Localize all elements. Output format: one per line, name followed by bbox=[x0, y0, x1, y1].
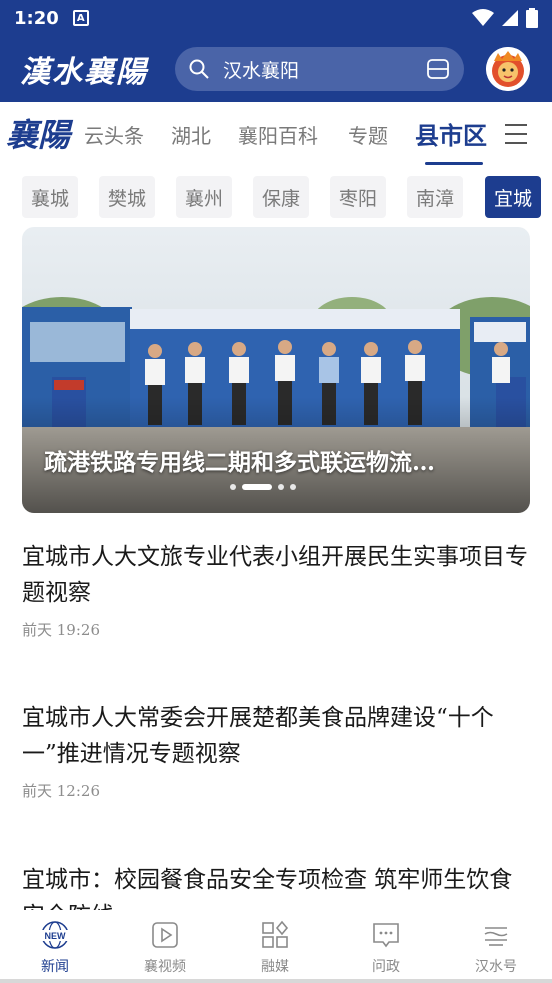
tab-video[interactable]: 襄视频 bbox=[125, 920, 205, 976]
channel-logo: 襄陽 bbox=[6, 116, 71, 154]
bottom-tab-bar: NEW 新闻 襄视频 融媒 问政 汉水号 bbox=[0, 910, 552, 983]
region-baokang[interactable]: 保康 bbox=[253, 176, 309, 218]
news-item[interactable]: 宜城市人大常委会开展楚都美食品牌建设“十个一”推进情况专题视察 前天 12:26 bbox=[22, 700, 532, 801]
banner-carousel[interactable]: 疏港铁路专用线二期和多式联运物流… bbox=[22, 227, 530, 513]
app-notification-icon: A bbox=[72, 10, 89, 26]
signal-icon bbox=[502, 10, 518, 26]
carousel-dot bbox=[290, 484, 296, 490]
tab-yuntoutiao[interactable]: 云头条 bbox=[84, 120, 144, 149]
app-header: 漢水襄陽 汉水襄阳 bbox=[0, 36, 552, 102]
tab-label: 新闻 bbox=[41, 959, 69, 975]
tab-hanshuihao[interactable]: 汉水号 bbox=[456, 920, 536, 976]
video-icon bbox=[152, 922, 178, 948]
news-title[interactable]: 宜城市人大常委会开展楚都美食品牌建设“十个一”推进情况专题视察 bbox=[22, 700, 532, 772]
channel-menu-icon[interactable] bbox=[505, 124, 527, 151]
app-logo: 漢水襄陽 bbox=[20, 55, 148, 90]
scan-icon[interactable] bbox=[426, 57, 450, 81]
banner-title[interactable]: 疏港铁路专用线二期和多式联运物流… bbox=[44, 443, 435, 477]
channel-nav: 襄陽 云头条 湖北 襄阳百科 专题 县市区 bbox=[0, 102, 552, 165]
status-bar: 1:20 A bbox=[0, 0, 552, 36]
svg-text:NEW: NEW bbox=[45, 931, 67, 941]
tab-xiangyang-baike[interactable]: 襄阳百科 bbox=[238, 120, 318, 149]
carousel-dot bbox=[230, 484, 236, 490]
tab-label: 融媒 bbox=[261, 959, 289, 975]
tab-label: 汉水号 bbox=[475, 959, 517, 975]
tab-news[interactable]: NEW 新闻 bbox=[15, 920, 95, 976]
news-item[interactable]: 宜城市人大文旅专业代表小组开展民生实事项目专题视察 前天 19:26 bbox=[22, 539, 532, 640]
grid-icon bbox=[262, 920, 289, 948]
region-nanzhang[interactable]: 南漳 bbox=[407, 176, 463, 218]
carousel-indicator bbox=[230, 484, 296, 490]
tab-label: 襄视频 bbox=[144, 959, 186, 975]
battery-icon bbox=[526, 8, 538, 28]
status-time: 1:20 bbox=[14, 7, 59, 29]
region-zaoyang[interactable]: 枣阳 bbox=[330, 176, 386, 218]
active-tab-indicator bbox=[425, 162, 483, 165]
chat-icon bbox=[373, 923, 399, 948]
region-xiangcheng[interactable]: 襄城 bbox=[22, 176, 78, 218]
news-title[interactable]: 宜城市人大文旅专业代表小组开展民生实事项目专题视察 bbox=[22, 539, 532, 611]
region-xiangzhou[interactable]: 襄州 bbox=[176, 176, 232, 218]
wave-icon bbox=[484, 927, 508, 946]
wifi-icon bbox=[472, 9, 494, 26]
system-nav-bar bbox=[0, 979, 552, 983]
tab-wenzheng[interactable]: 问政 bbox=[346, 920, 426, 976]
search-bar[interactable]: 汉水襄阳 bbox=[175, 47, 464, 91]
carousel-dot-active bbox=[242, 484, 272, 490]
search-input[interactable]: 汉水襄阳 bbox=[223, 56, 299, 83]
tab-xianshiqu[interactable]: 县市区 bbox=[415, 116, 487, 151]
tab-hubei[interactable]: 湖北 bbox=[171, 120, 211, 149]
news-time: 前天 12:26 bbox=[22, 782, 100, 800]
tab-media[interactable]: 融媒 bbox=[235, 920, 315, 976]
tab-label: 问政 bbox=[372, 959, 400, 975]
avatar[interactable] bbox=[486, 47, 530, 91]
carousel-dot bbox=[278, 484, 284, 490]
search-icon bbox=[189, 59, 209, 79]
region-filter: 襄城 樊城 襄州 保康 枣阳 南漳 宜城 bbox=[0, 176, 552, 218]
region-fancheng[interactable]: 樊城 bbox=[99, 176, 155, 218]
tab-zhuanti[interactable]: 专题 bbox=[348, 120, 388, 149]
news-icon: NEW bbox=[40, 921, 70, 949]
region-yicheng[interactable]: 宜城 bbox=[485, 176, 541, 218]
news-time: 前天 19:26 bbox=[22, 621, 100, 639]
